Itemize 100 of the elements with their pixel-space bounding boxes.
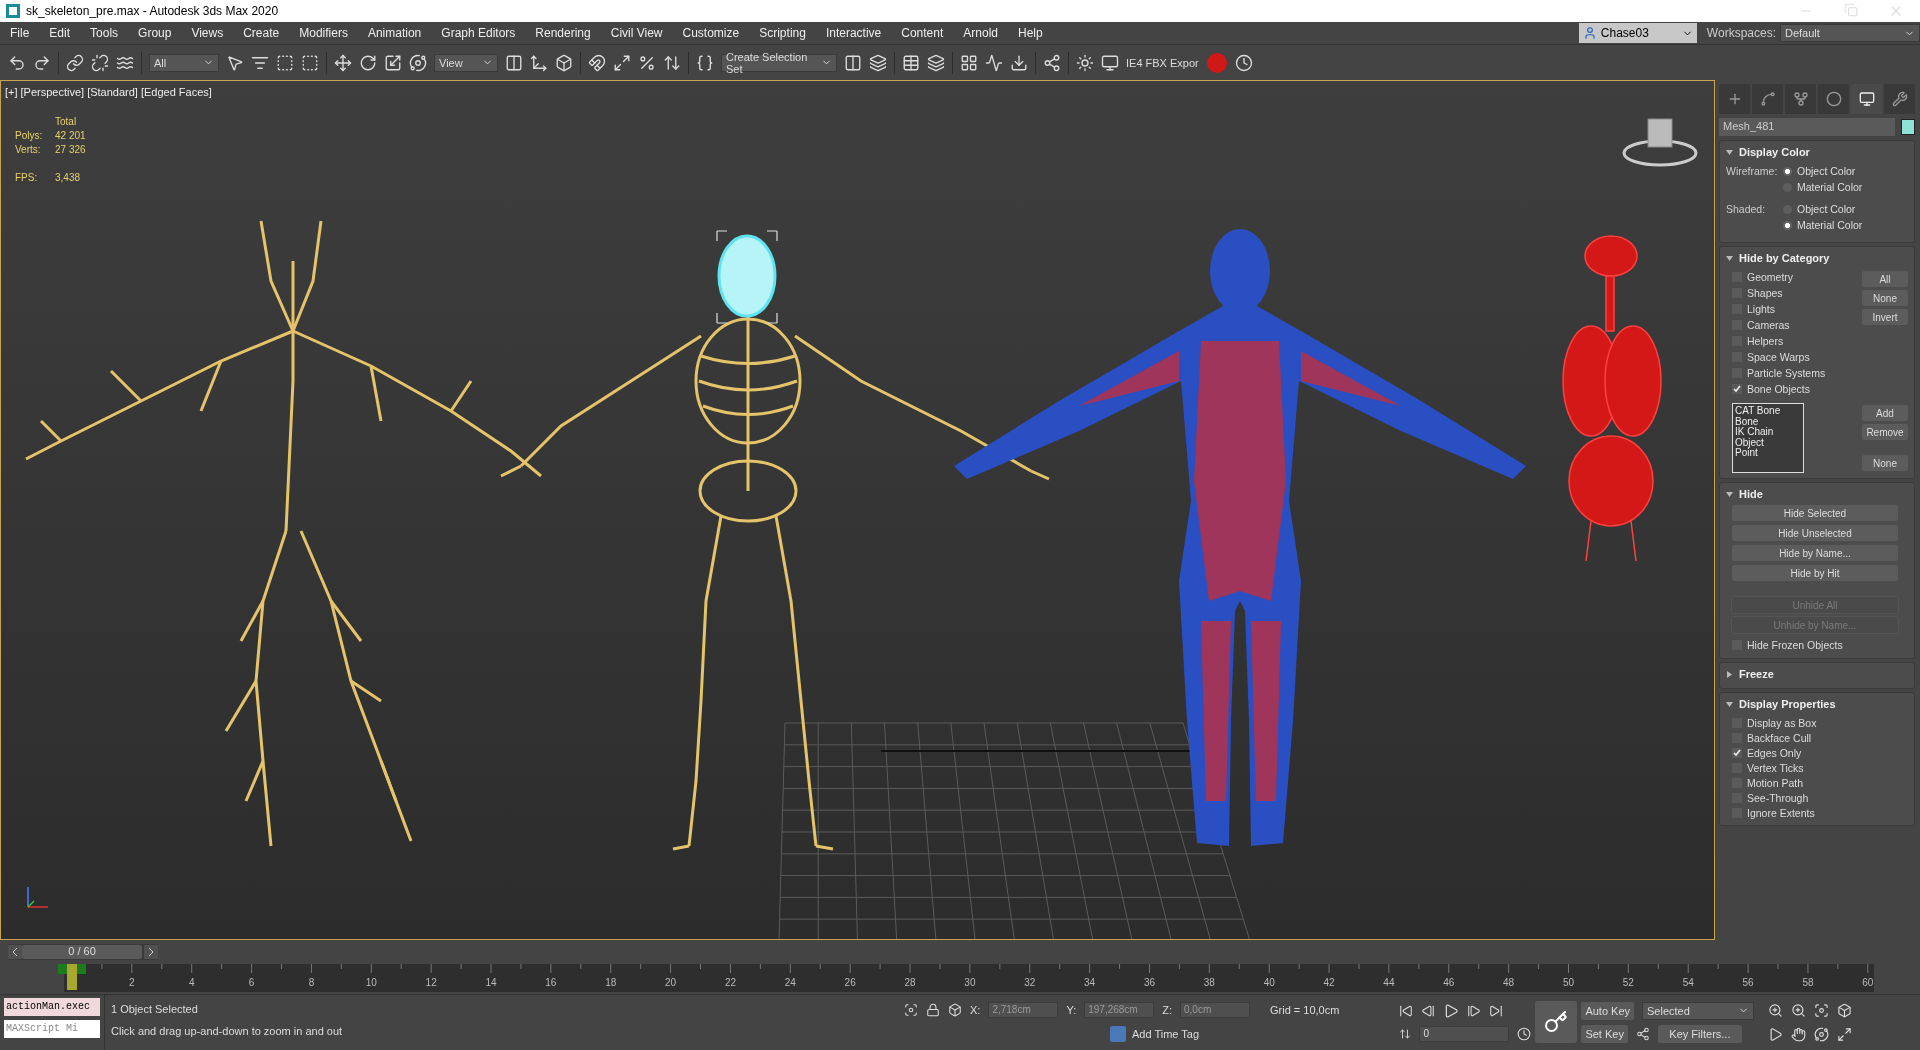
maxscript-field[interactable]: MAXScript Mi [4, 1020, 100, 1038]
move-icon[interactable] [334, 53, 352, 72]
link-icon[interactable] [66, 53, 84, 72]
list-item[interactable]: IK Chain Object [1735, 427, 1801, 448]
transform-gizmo-icon[interactable] [530, 53, 548, 72]
viewport-label[interactable]: [+] [5, 86, 18, 98]
menu-item[interactable]: Edit [39, 26, 81, 40]
menu-item[interactable]: Graph Editors [431, 26, 526, 40]
rollout-title[interactable]: Hide by Category [1739, 252, 1830, 264]
object-color-swatch[interactable] [1901, 119, 1915, 135]
hide-button[interactable]: Hide Unselected [1732, 525, 1898, 541]
menu-item[interactable]: Arnold [953, 26, 1008, 40]
list-item[interactable]: CAT Bone [1735, 406, 1801, 417]
menu-item[interactable]: Interactive [815, 26, 892, 40]
collapse-arrow-icon[interactable] [1726, 670, 1733, 678]
next-frame-button[interactable] [144, 945, 158, 959]
hide-button[interactable]: Hide by Name... [1732, 545, 1898, 561]
next-key-icon[interactable] [1467, 1003, 1482, 1018]
object-name-field[interactable]: Mesh_481 [1719, 118, 1895, 136]
viewport[interactable]: [+] [Perspective] [Standard] [Edged Faces] Total Polys: 42 201 Verts: 27 326 FPS: 3,438 [0, 80, 1715, 940]
viewport-label[interactable]: [Standard] [87, 86, 138, 98]
hierarchy-icon[interactable] [1785, 84, 1816, 114]
list-button[interactable]: None [1862, 455, 1908, 471]
wrench-icon[interactable] [1884, 84, 1915, 114]
coordinate-dropdown[interactable]: View [434, 53, 498, 72]
list-button[interactable]: Remove [1862, 424, 1908, 440]
menu-item[interactable]: Rendering [525, 26, 601, 40]
checkbox[interactable] [1732, 747, 1742, 758]
percent-snap-icon[interactable] [638, 53, 656, 72]
circles-icon[interactable] [1818, 84, 1849, 114]
list-item[interactable]: Point [1735, 448, 1801, 459]
lock-icon[interactable] [926, 1003, 940, 1018]
menu-item[interactable]: Views [181, 26, 234, 40]
expand-arrow-icon[interactable] [1726, 490, 1733, 498]
time-config-icon[interactable] [1517, 1027, 1532, 1042]
redo-icon[interactable] [33, 53, 51, 72]
play-icon[interactable] [1443, 1002, 1460, 1019]
scene-explorer-icon[interactable] [902, 53, 920, 72]
expand-arrow-icon[interactable] [1726, 148, 1733, 156]
category-button[interactable]: Invert [1862, 309, 1908, 325]
monitor-icon[interactable] [1851, 84, 1882, 114]
list-button[interactable]: Add [1862, 405, 1908, 421]
curve-icon[interactable] [1752, 84, 1783, 114]
rollout-title[interactable]: Hide [1739, 488, 1763, 500]
view-cube-icon[interactable] [1622, 118, 1698, 167]
menu-item[interactable]: Group [128, 26, 182, 40]
selection-filter-dropdown[interactable]: All [149, 53, 219, 72]
menu-item[interactable]: Content [891, 26, 954, 40]
viewport-label[interactable]: [Perspective] [20, 86, 85, 98]
zoom-icon[interactable] [1768, 1003, 1783, 1019]
go-to-end-icon[interactable] [1489, 1003, 1504, 1018]
viewport-label[interactable]: [Edged Faces] [140, 86, 212, 98]
frame-field[interactable]: 0 [1419, 1026, 1510, 1043]
go-to-start-icon[interactable] [1399, 1003, 1414, 1018]
undo-icon[interactable] [8, 53, 26, 72]
spinner-snap-icon[interactable] [663, 53, 681, 72]
previous-key-icon[interactable] [1421, 1003, 1436, 1018]
set-keys-button[interactable] [1535, 1001, 1578, 1043]
menu-item[interactable]: Modifiers [289, 26, 358, 40]
select-icon[interactable] [226, 53, 244, 72]
auto-key-button[interactable]: Auto Key [1581, 1001, 1634, 1020]
category-button[interactable]: None [1862, 290, 1908, 306]
unlink-icon[interactable] [91, 53, 109, 72]
add-time-tag-button[interactable]: Add Time Tag [1104, 1024, 1206, 1043]
menu-item[interactable]: Scripting [749, 26, 816, 40]
expand-arrow-icon[interactable] [1726, 700, 1733, 708]
radio-button[interactable] [1783, 220, 1792, 230]
user-dropdown[interactable]: Chase03 [1578, 23, 1697, 43]
curve-editor-icon[interactable] [985, 53, 1003, 72]
orbit-icon[interactable] [1814, 1026, 1829, 1042]
layer-explorer-icon[interactable] [927, 53, 945, 72]
hide-button[interactable]: Hide Selected [1732, 505, 1898, 521]
plus-icon[interactable] [1719, 84, 1750, 114]
key-filters-button[interactable]: Key Filters... [1657, 1025, 1742, 1044]
key-mode-dropdown[interactable]: Selected [1642, 1001, 1754, 1020]
radio-button[interactable] [1783, 166, 1792, 176]
rollout-title[interactable]: Display Color [1739, 146, 1810, 158]
expand-arrow-icon[interactable] [1726, 254, 1733, 262]
current-frame-marker[interactable] [58, 964, 86, 990]
menu-item[interactable]: Civil View [600, 26, 673, 40]
menu-item[interactable]: Help [1007, 26, 1053, 40]
list-box[interactable]: CAT Bone Bone IK Chain Object Point [1732, 403, 1804, 473]
selection-set-dropdown[interactable]: Create Selection Set [721, 53, 837, 72]
previous-frame-button[interactable] [8, 945, 22, 959]
rotate-icon[interactable] [359, 53, 377, 72]
isolate-icon[interactable] [904, 1003, 918, 1018]
maxscript-field[interactable]: actionMan.exec [4, 998, 100, 1016]
maximize-icon[interactable] [1837, 1026, 1852, 1042]
snap-icon[interactable] [588, 53, 606, 72]
rollout-title[interactable]: Freeze [1739, 668, 1774, 680]
track-bar[interactable] [64, 964, 1874, 992]
set-key-button[interactable]: Set Key [1581, 1025, 1628, 1044]
list-item[interactable]: Bone [1735, 416, 1801, 427]
workspace-dropdown[interactable]: Default [1780, 24, 1920, 42]
menu-item[interactable]: Create [233, 26, 290, 40]
menu-item[interactable]: Animation [357, 26, 432, 40]
menu-item[interactable]: File [0, 26, 40, 40]
hide-button[interactable]: Hide by Hit [1732, 565, 1898, 581]
region-select-icon[interactable] [276, 53, 294, 72]
edit-named-selection-icon[interactable] [696, 53, 714, 72]
